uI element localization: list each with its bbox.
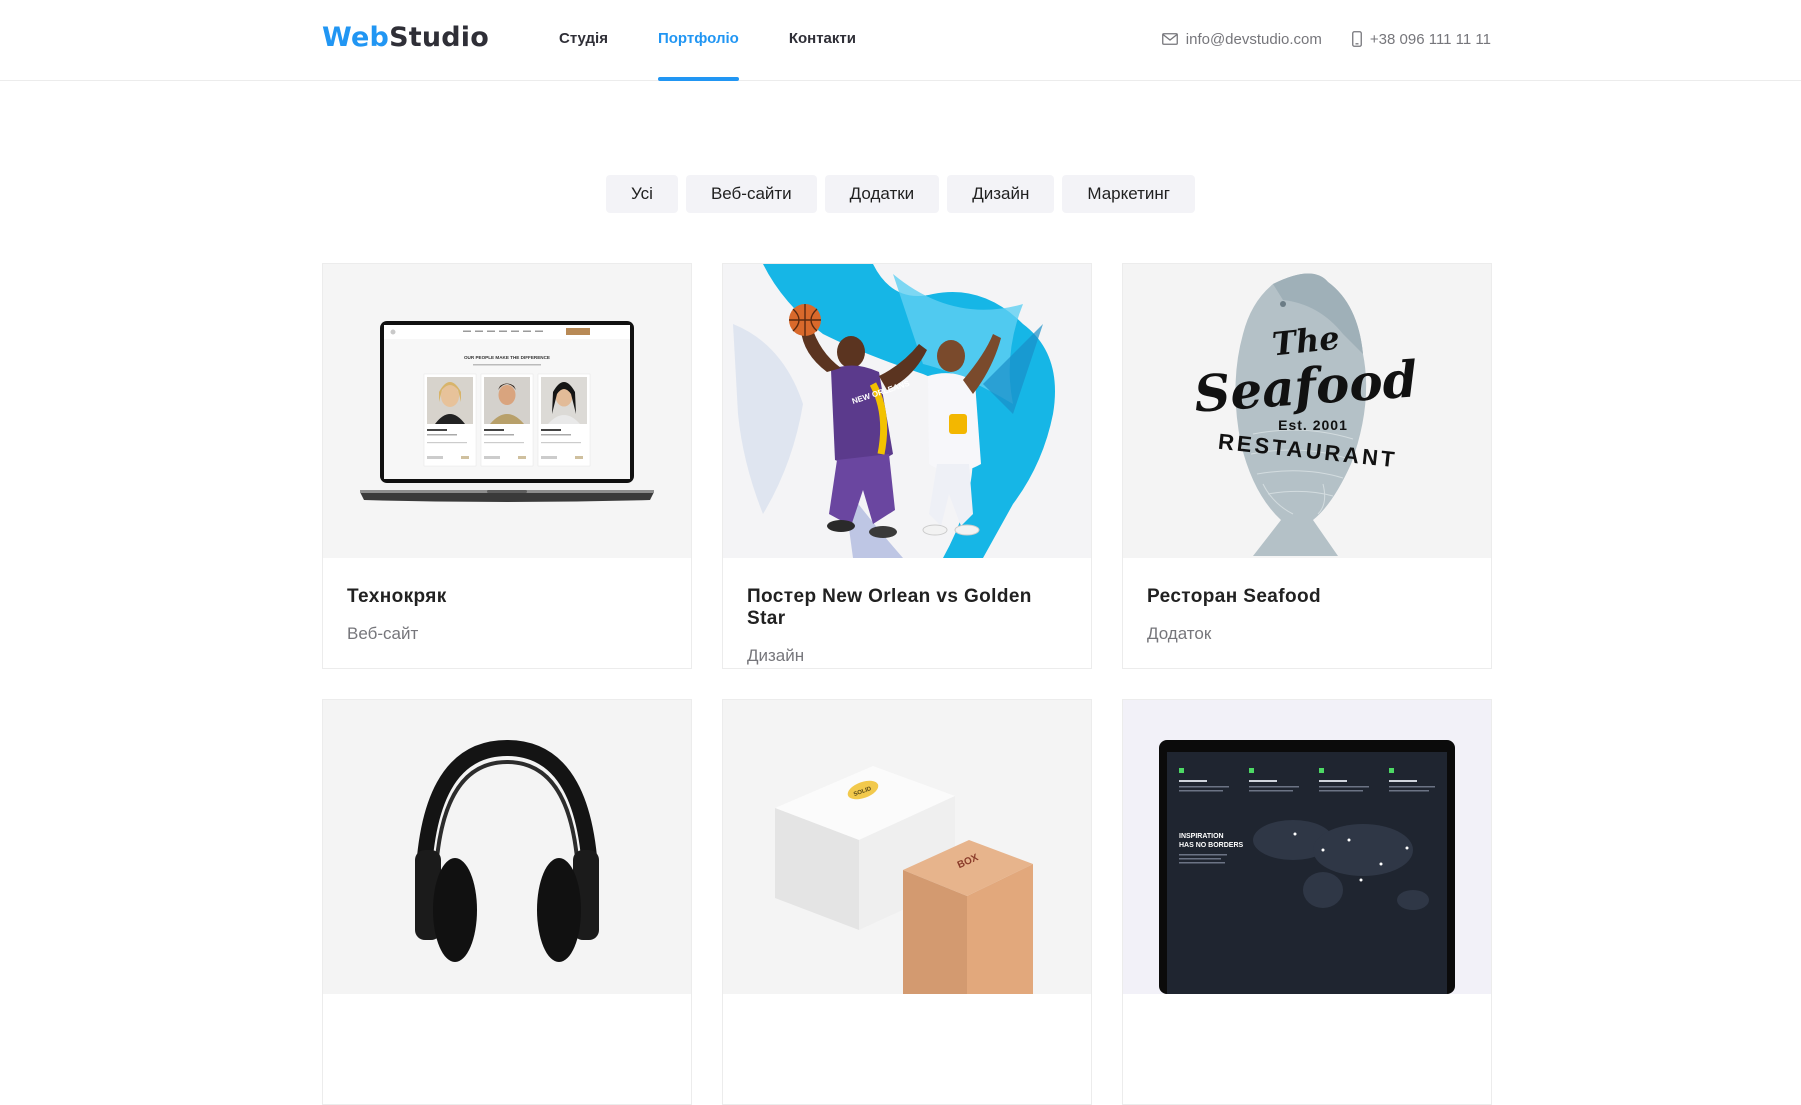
card-title: Технокряк [347, 586, 447, 607]
card-body [323, 994, 691, 1104]
headphones-image [323, 700, 691, 994]
dark-heading-text-1: INSPIRATION [1179, 833, 1224, 840]
laptop-heading-text: OUR PEOPLE MAKE THE DIFFERENCE [464, 355, 550, 360]
card-body: Ресторан Seafood Додаток [1123, 558, 1491, 668]
nav-contacts[interactable]: Контакти [789, 0, 856, 81]
card-category: Веб-сайт [347, 624, 419, 643]
logo-rest: Studio [389, 22, 489, 53]
portfolio-card[interactable]: The Seafood Est. 2001 RESTAURANT Рестора… [1122, 263, 1492, 669]
portfolio-card[interactable]: NEW ORLEANS Постер New Orlean vs Golden … [722, 263, 1092, 669]
portfolio-filters: Усі Веб-сайти Додатки Дизайн Маркетинг [0, 175, 1801, 213]
dark-website-mockup-image: INSPIRATION HAS NO BORDERS [1123, 700, 1491, 994]
card-category: Додаток [1147, 624, 1212, 643]
phone-text: +38 096 111 11 11 [1369, 30, 1491, 48]
filter-design[interactable]: Дизайн [947, 175, 1055, 213]
packaging-boxes-image: SOLID BOX [723, 700, 1091, 994]
filter-all[interactable]: Усі [605, 175, 678, 213]
header-contacts: info@devstudio.com +38 096 111 11 11 [1161, 0, 1491, 78]
card-body [1123, 994, 1491, 1104]
logo-accent: Web [322, 22, 390, 53]
card-title: Ресторан Seafood [1147, 586, 1322, 607]
filter-websites[interactable]: Веб-сайти [685, 175, 817, 213]
filter-marketing[interactable]: Маркетинг [1062, 175, 1195, 213]
main-nav: Студія Портфоліо Контакти [559, 0, 906, 81]
dark-heading-text-2: HAS NO BORDERS [1179, 842, 1244, 849]
phone-icon [1352, 31, 1362, 47]
portfolio-grid: OUR PEOPLE MAKE THE DIFFERENCE Технокряк… [322, 263, 1492, 1105]
envelope-icon [1161, 33, 1178, 45]
card-body: Технокряк Веб-сайт [323, 558, 691, 668]
card-body: Постер New Orlean vs Golden Star Дизайн [723, 558, 1091, 668]
seafood-logo-image: The Seafood Est. 2001 RESTAURANT [1123, 264, 1491, 558]
logo[interactable]: WebStudio [322, 22, 489, 53]
card-title: Постер New Orlean vs Golden Star [747, 586, 1032, 629]
card-category: Дизайн [747, 646, 805, 665]
email-link[interactable]: info@devstudio.com [1161, 30, 1322, 48]
portfolio-card[interactable]: INSPIRATION HAS NO BORDERS [1122, 699, 1492, 1105]
filter-apps[interactable]: Додатки [824, 175, 940, 213]
card-body [723, 994, 1091, 1104]
email-text: info@devstudio.com [1185, 30, 1322, 48]
laptop-mockup-image: OUR PEOPLE MAKE THE DIFFERENCE [323, 264, 691, 558]
nav-studio[interactable]: Студія [559, 0, 608, 81]
phone-link[interactable]: +38 096 111 11 11 [1352, 31, 1491, 48]
seafood-est-text: Est. 2001 [1278, 417, 1348, 433]
nav-portfolio[interactable]: Портфоліо [657, 0, 739, 81]
portfolio-card[interactable]: OUR PEOPLE MAKE THE DIFFERENCE Технокряк… [322, 263, 692, 669]
basketball-poster-image: NEW ORLEANS [723, 264, 1091, 558]
portfolio-card[interactable]: SOLID BOX [722, 699, 1092, 1105]
portfolio-card[interactable] [322, 699, 692, 1105]
site-header: WebStudio Студія Портфоліо Контакти info… [0, 0, 1801, 81]
